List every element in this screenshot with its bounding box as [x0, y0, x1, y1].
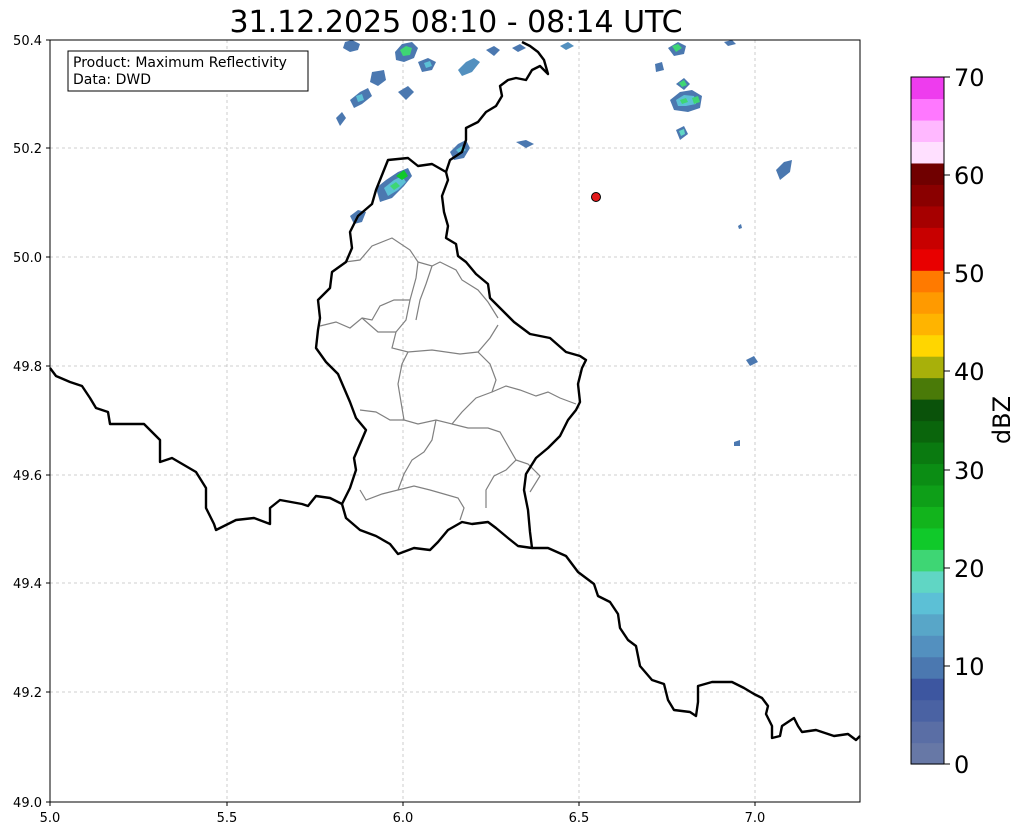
colorbar-bin	[911, 334, 944, 357]
x-tick-label: 5.5	[217, 811, 238, 826]
location-marker	[591, 192, 601, 202]
y-tick-label: 50.4	[13, 34, 42, 49]
colorbar-bin	[911, 184, 944, 207]
y-tick-label: 50.2	[13, 142, 42, 157]
colorbar-bin	[911, 506, 944, 529]
x-tick-label: 6.5	[569, 811, 590, 826]
colorbar-label: dBZ	[988, 396, 1016, 444]
x-tick-label: 6.0	[393, 811, 414, 826]
colorbar-bin	[911, 441, 944, 465]
colorbar-bin	[911, 98, 944, 121]
colorbar-tick-label: 70	[954, 64, 985, 92]
colorbar-bin	[911, 119, 944, 143]
colorbar-bin	[911, 420, 944, 443]
x-axis: 5.0 5.5 6.0 6.5 7.0	[40, 802, 766, 826]
colorbar-tick-label: 30	[954, 457, 985, 485]
y-tick-label: 50.0	[13, 251, 42, 266]
colorbar-tick-label: 20	[954, 555, 985, 583]
colorbar-bin	[911, 721, 944, 744]
colorbar-bin	[911, 527, 944, 550]
colorbar-bin	[911, 549, 944, 572]
colorbar-tick-label: 40	[954, 358, 985, 386]
colorbar-tick-label: 50	[954, 260, 985, 288]
map-plot-area: Product: Maximum Reflectivity Data: DWD	[49, 39, 861, 803]
x-tick-label: 5.0	[40, 811, 61, 826]
x-tick-label: 7.0	[745, 811, 766, 826]
colorbar-tick-label: 0	[954, 751, 969, 779]
colorbar-bin	[911, 635, 944, 658]
colorbar-bin	[911, 141, 944, 164]
colorbar-bin	[911, 570, 944, 593]
map-figure: 31.12.2025 08:10 - 08:14 UTC Product: Ma…	[13, 5, 1016, 826]
colorbar-bin	[911, 270, 944, 293]
colorbar-bin	[911, 227, 944, 250]
colorbar: 0 10 20 30 40 50 60 70 dBZ	[910, 64, 1016, 779]
y-tick-label: 49.0	[13, 796, 42, 811]
colorbar-bin	[911, 205, 944, 228]
y-axis: 49.0 49.2 49.4 49.6 49.8 50.0 50.2 50.4	[13, 34, 50, 811]
colorbar-bin	[911, 656, 944, 679]
y-tick-label: 49.6	[13, 469, 42, 484]
colorbar-bin	[911, 463, 944, 486]
info-product-text: Product: Maximum Reflectivity	[73, 55, 287, 71]
y-tick-label: 49.2	[13, 686, 42, 701]
colorbar-bin	[911, 77, 944, 100]
colorbar-bin	[911, 313, 944, 336]
colorbar-bin	[911, 399, 944, 422]
colorbar-bin	[911, 484, 944, 507]
colorbar-bin	[911, 291, 944, 314]
colorbar-bin	[911, 592, 944, 615]
colorbar-bins	[911, 77, 944, 765]
colorbar-bin	[911, 162, 944, 185]
info-box: Product: Maximum Reflectivity Data: DWD	[67, 50, 309, 92]
colorbar-bin	[911, 248, 944, 271]
colorbar-tick-label: 60	[954, 162, 985, 190]
colorbar-bin	[911, 742, 944, 765]
colorbar-bin	[911, 699, 944, 722]
colorbar-bin	[911, 377, 944, 400]
colorbar-bin	[911, 356, 944, 379]
colorbar-tick-label: 10	[954, 653, 985, 681]
colorbar-bin	[911, 613, 944, 636]
info-data-text: Data: DWD	[73, 72, 151, 88]
y-tick-label: 49.4	[13, 577, 42, 592]
map-title: 31.12.2025 08:10 - 08:14 UTC	[229, 5, 682, 40]
y-tick-label: 49.8	[13, 360, 42, 375]
colorbar-bin	[911, 678, 944, 701]
